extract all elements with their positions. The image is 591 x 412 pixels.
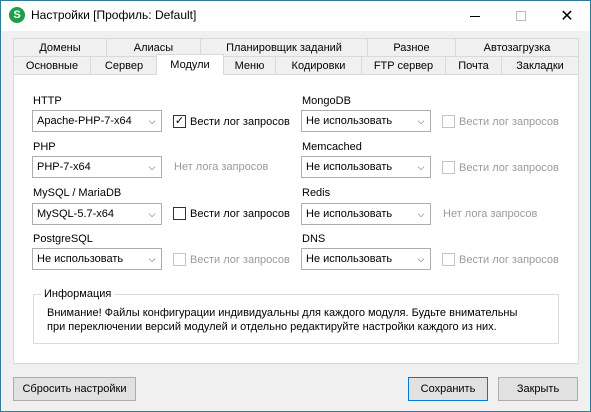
redis-select-value: Не использовать [306,208,393,220]
close-window-button[interactable]: ✕ [544,1,590,31]
chevron-down-icon: ⌵ [148,253,156,264]
mongodb-select-value: Не использовать [306,115,393,127]
dns-select-value: Не использовать [306,253,393,265]
dns-log-checkbox[interactable]: Вести лог запросов [442,253,559,266]
redis-label: Redis [302,187,331,199]
dns-label: DNS [302,233,326,245]
dns-log-label: Вести лог запросов [459,253,559,266]
save-button[interactable]: Сохранить [408,377,488,401]
tab-domains[interactable]: Домены [13,38,107,57]
checkbox-disabled-icon [442,161,455,174]
mongodb-log-label: Вести лог запросов [459,115,559,128]
redis-no-log-note: Нет лога запросов [443,208,538,220]
tab-general[interactable]: Основные [13,56,91,75]
mysql-label: MySQL / MariaDB [33,187,122,199]
tab-menu[interactable]: Меню [223,56,276,75]
info-title: Информация [41,288,115,300]
close-icon: ✕ [560,8,574,25]
php-no-log-note: Нет лога запросов [174,161,269,173]
close-button[interactable]: Закрыть [498,377,578,401]
mysql-log-label: Вести лог запросов [190,207,290,220]
tab-server[interactable]: Сервер [90,56,158,75]
chevron-down-icon: ⌵ [417,253,425,264]
http-select-value: Apache-PHP-7-x64 [37,115,132,127]
tab-misc[interactable]: Разное [367,38,456,57]
mongodb-select[interactable]: Не использовать ⌵ [301,110,431,132]
http-select[interactable]: Apache-PHP-7-x64 ⌵ [32,110,162,132]
http-log-label: Вести лог запросов [190,115,290,128]
settings-window: S Настройки [Профиль: Default] ✕ Домены … [0,0,591,412]
chevron-down-icon: ⌵ [417,208,425,219]
tab-ftp-server[interactable]: FTP сервер [361,56,446,75]
window-title: Настройки [Профиль: Default] [31,8,197,22]
php-select[interactable]: PHP-7-x64 ⌵ [32,156,162,178]
php-label: PHP [33,141,56,153]
dns-select[interactable]: Не использовать ⌵ [301,248,431,270]
memcached-log-label: Вести лог запросов [459,161,559,174]
postgresql-select-value: Не использовать [37,253,124,265]
tab-encodings[interactable]: Кодировки [275,56,362,75]
tab-scheduler[interactable]: Планировщик заданий [200,38,368,57]
minimize-icon [470,15,480,17]
postgresql-log-checkbox[interactable]: Вести лог запросов [173,253,290,266]
http-log-checkbox[interactable]: ✓ Вести лог запросов [173,115,290,128]
chevron-down-icon: ⌵ [417,161,425,172]
redis-select[interactable]: Не использовать ⌵ [301,203,431,225]
chevron-down-icon: ⌵ [417,115,425,126]
postgresql-label: PostgreSQL [33,233,93,245]
checkbox-disabled-icon [173,253,186,266]
info-text-line-2: при переключении версий модулей и отдель… [47,321,497,333]
tab-mail[interactable]: Почта [445,56,502,75]
memcached-log-checkbox[interactable]: Вести лог запросов [442,161,559,174]
php-select-value: PHP-7-x64 [37,161,91,173]
memcached-select[interactable]: Не использовать ⌵ [301,156,431,178]
tab-modules[interactable]: Модули [156,54,224,75]
mysql-log-checkbox[interactable]: Вести лог запросов [173,207,290,220]
mysql-select-value: MySQL-5.7-x64 [37,208,115,220]
maximize-button[interactable] [498,1,544,31]
http-label: HTTP [33,95,62,107]
chevron-down-icon: ⌵ [148,115,156,126]
chevron-down-icon: ⌵ [148,161,156,172]
memcached-label: Memcached [302,141,362,153]
app-logo-icon: S [9,7,25,23]
minimize-button[interactable] [452,1,498,31]
maximize-icon [516,11,526,21]
checkbox-empty-icon [173,207,186,220]
tab-autostart[interactable]: Автозагрузка [455,38,579,57]
postgresql-log-label: Вести лог запросов [190,253,290,266]
info-groupbox [33,294,559,344]
info-text-line-1: Внимание! Файлы конфигурации индивидуаль… [47,307,518,319]
checkbox-checked-icon: ✓ [173,115,186,128]
chevron-down-icon: ⌵ [148,208,156,219]
memcached-select-value: Не использовать [306,161,393,173]
checkbox-disabled-icon [442,115,455,128]
tab-bookmarks[interactable]: Закладки [501,56,579,75]
reset-settings-button[interactable]: Сбросить настройки [13,377,136,401]
mongodb-log-checkbox[interactable]: Вести лог запросов [442,115,559,128]
title-bar: S Настройки [Профиль: Default] ✕ [1,1,590,31]
checkbox-disabled-icon [442,253,455,266]
mongodb-label: MongoDB [302,95,351,107]
postgresql-select[interactable]: Не использовать ⌵ [32,248,162,270]
mysql-select[interactable]: MySQL-5.7-x64 ⌵ [32,203,162,225]
